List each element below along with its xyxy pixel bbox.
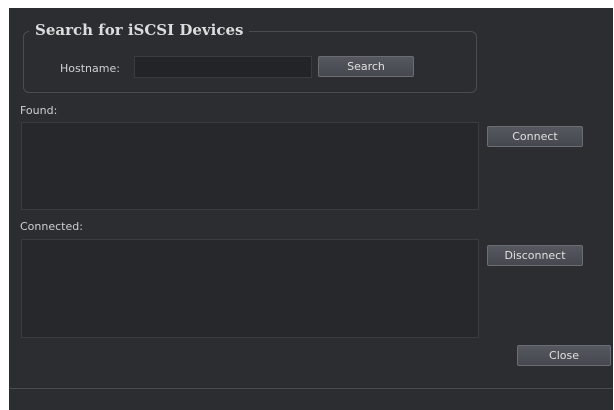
- connected-label: Connected:: [20, 220, 83, 233]
- found-devices-list[interactable]: [21, 122, 479, 210]
- hostname-input[interactable]: [134, 56, 312, 78]
- search-button[interactable]: Search: [318, 56, 414, 77]
- search-group-title: Search for iSCSI Devices: [29, 20, 250, 40]
- iscsi-dialog: Search for iSCSI Devices Hostname: Searc…: [9, 8, 613, 410]
- hostname-label: Hostname:: [60, 62, 120, 75]
- connect-button[interactable]: Connect: [487, 126, 583, 147]
- close-button[interactable]: Close: [517, 345, 611, 366]
- connected-devices-list[interactable]: [21, 239, 479, 338]
- found-label: Found:: [20, 104, 58, 117]
- footer-divider: [9, 388, 613, 389]
- disconnect-button[interactable]: Disconnect: [487, 245, 583, 266]
